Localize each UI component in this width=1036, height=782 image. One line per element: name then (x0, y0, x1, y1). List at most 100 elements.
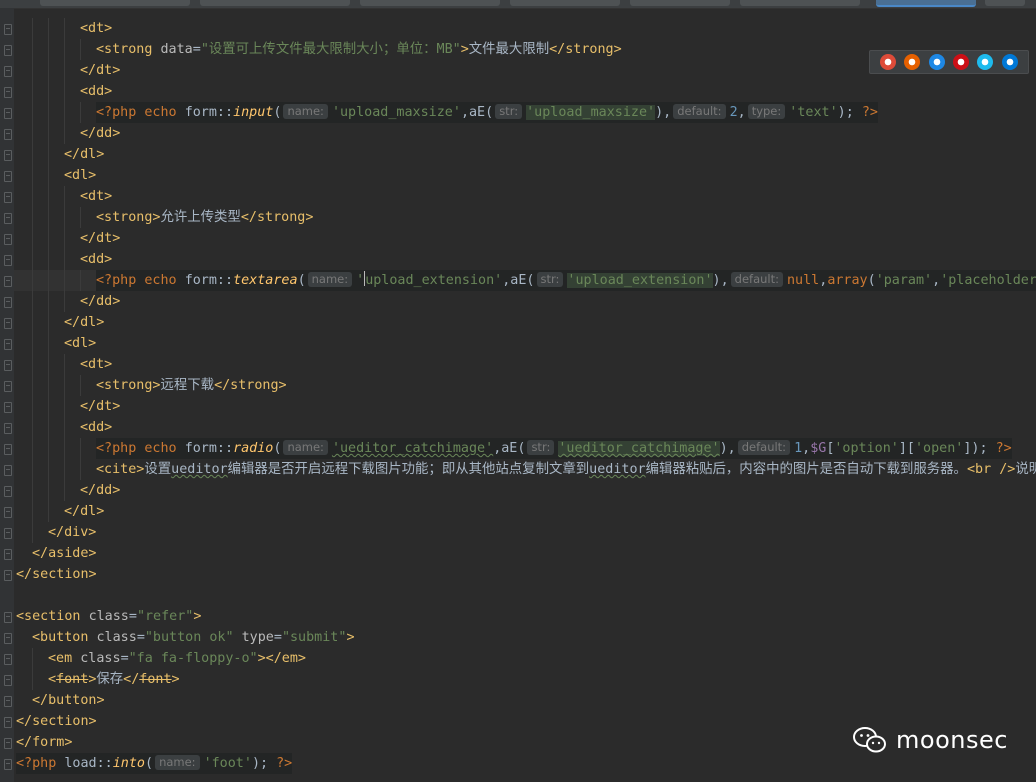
editor-tab[interactable] (630, 0, 730, 6)
fold-marker[interactable] (4, 171, 12, 182)
fold-marker[interactable] (4, 87, 12, 98)
code-line[interactable]: <dt> (14, 186, 1036, 207)
fold-marker[interactable] (4, 45, 12, 56)
code-line[interactable]: </dd> (14, 291, 1036, 312)
editor-gutter[interactable] (0, 8, 14, 782)
editor-tab-active[interactable] (876, 0, 976, 7)
opera-icon[interactable] (953, 54, 970, 70)
editor-tab[interactable] (200, 0, 350, 6)
code-line[interactable]: <?php echo form::textarea(name:'upload_e… (14, 270, 1036, 291)
code-line[interactable]: <?php echo form::radio(name:'ueditor_cat… (14, 438, 1036, 459)
code-line[interactable]: </dd> (14, 123, 1036, 144)
spelling-warning[interactable]: ueditor (589, 462, 645, 477)
fold-marker[interactable] (4, 738, 12, 749)
code-line[interactable]: <cite>设置ueditor编辑器是否开启远程下载图片功能；即从其他站点复制文… (14, 459, 1036, 480)
code-line[interactable]: <em class="fa fa-floppy-o"></em> (14, 648, 1036, 669)
code-token: ]); (963, 441, 996, 456)
editor-tab[interactable] (740, 0, 860, 6)
fold-marker[interactable] (4, 423, 12, 434)
spelling-warning[interactable]: ueditor (171, 462, 227, 477)
code-line[interactable]: <font>保存</font> (14, 669, 1036, 690)
ie-icon[interactable] (977, 54, 994, 70)
code-token: </strong> (214, 378, 287, 393)
indent-guide (32, 480, 33, 501)
code-line[interactable]: </aside> (14, 543, 1036, 564)
fold-marker[interactable] (4, 654, 12, 665)
code-line[interactable]: </dl> (14, 501, 1036, 522)
fold-marker[interactable] (4, 675, 12, 686)
fold-marker[interactable] (4, 318, 12, 329)
editor-tab[interactable] (40, 0, 190, 6)
fold-marker[interactable] (4, 129, 12, 140)
fold-marker[interactable] (4, 234, 12, 245)
fold-marker[interactable] (4, 549, 12, 560)
fold-marker[interactable] (4, 486, 12, 497)
fold-marker[interactable] (4, 276, 12, 287)
fold-marker[interactable] (4, 696, 12, 707)
fold-marker[interactable] (4, 402, 12, 413)
fold-marker[interactable] (4, 24, 12, 35)
indent-guide (48, 144, 49, 165)
fold-marker[interactable] (4, 465, 12, 476)
code-token: </section> (16, 714, 97, 729)
code-token: 'open' (915, 441, 964, 456)
code-line[interactable]: </dl> (14, 312, 1036, 333)
fold-marker[interactable] (4, 507, 12, 518)
fold-marker[interactable] (4, 633, 12, 644)
fold-marker[interactable] (4, 759, 12, 770)
fold-marker[interactable] (4, 381, 12, 392)
code-editor[interactable]: <dt> <strong data="设置可上传文件最大限制大小；单位：MB">文… (14, 8, 1036, 782)
code-line[interactable]: <dl> (14, 333, 1036, 354)
fold-marker[interactable] (4, 612, 12, 623)
code-line[interactable]: <dt> (14, 18, 1036, 39)
fold-marker[interactable] (4, 297, 12, 308)
fold-marker[interactable] (4, 717, 12, 728)
code-line[interactable]: </div> (14, 522, 1036, 543)
code-token: class (96, 630, 137, 645)
indent-guide (64, 207, 65, 228)
fold-marker[interactable] (4, 192, 12, 203)
fold-marker[interactable] (4, 150, 12, 161)
edge-icon[interactable] (1001, 54, 1018, 70)
code-line[interactable]: <dd> (14, 249, 1036, 270)
code-line[interactable]: <dl> (14, 165, 1036, 186)
editor-tab[interactable] (985, 0, 1025, 6)
fold-marker[interactable] (4, 66, 12, 77)
fold-marker[interactable] (4, 339, 12, 350)
fold-marker[interactable] (4, 255, 12, 266)
code-line[interactable]: <dd> (14, 81, 1036, 102)
fold-marker[interactable] (4, 108, 12, 119)
code-token: 'upload_extension' (356, 271, 503, 288)
chrome-icon[interactable] (880, 54, 897, 70)
code-token: <dd> (80, 84, 113, 99)
code-line[interactable]: <?php echo form::input(name:'upload_maxs… (14, 102, 1036, 123)
code-token: load:: (64, 756, 113, 771)
code-line[interactable]: <strong>允许上传类型</strong> (14, 207, 1036, 228)
fold-marker[interactable] (4, 528, 12, 539)
code-line[interactable]: <section class="refer"> (14, 606, 1036, 627)
firefox-icon[interactable] (904, 54, 921, 70)
code-line[interactable]: </section> (14, 564, 1036, 585)
code-line[interactable]: </dl> (14, 144, 1036, 165)
code-token: ( (145, 756, 154, 771)
code-token: 说明：在 (1015, 462, 1036, 477)
code-line[interactable]: <strong>远程下载</strong> (14, 375, 1036, 396)
editor-tab[interactable] (510, 0, 620, 6)
code-token: ?> (995, 441, 1012, 456)
fold-marker[interactable] (4, 213, 12, 224)
code-token: <cite> (96, 462, 145, 477)
fold-marker[interactable] (4, 570, 12, 581)
code-line[interactable]: </dt> (14, 396, 1036, 417)
code-line[interactable]: </dd> (14, 480, 1036, 501)
code-line[interactable] (14, 585, 1036, 606)
code-line[interactable]: <dt> (14, 354, 1036, 375)
code-line[interactable]: <dd> (14, 417, 1036, 438)
code-line[interactable]: </dt> (14, 228, 1036, 249)
code-line[interactable]: <button class="button ok" type="submit"> (14, 627, 1036, 648)
fold-marker[interactable] (4, 360, 12, 371)
editor-tab[interactable] (360, 0, 500, 6)
fold-marker[interactable] (4, 444, 12, 455)
safari-icon[interactable] (928, 54, 945, 70)
code-line[interactable]: </button> (14, 690, 1036, 711)
code-token: null (787, 273, 820, 288)
